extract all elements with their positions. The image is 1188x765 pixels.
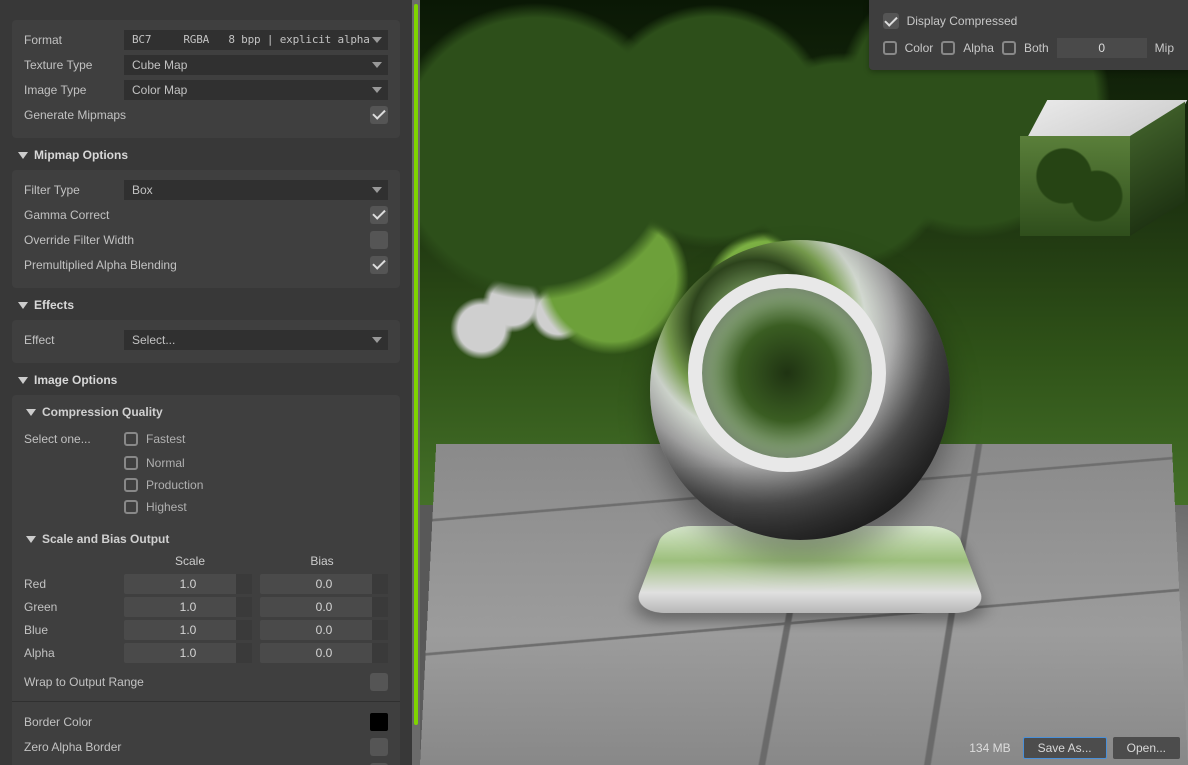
quality-production-radio[interactable] [124, 478, 138, 492]
chevron-down-icon [26, 409, 36, 416]
format-label: Format [24, 33, 124, 47]
show-color-label: Color [905, 41, 934, 55]
bias-column-header: Bias [256, 554, 388, 568]
mip-level-input[interactable]: 0 [1057, 38, 1147, 58]
wrap-output-label: Wrap to Output Range [24, 675, 144, 689]
display-overlay: Display Compressed Color Alpha Both 0 Mi… [869, 0, 1188, 70]
alpha-scale-input[interactable]: 1.0 [124, 643, 252, 663]
scale-column-header: Scale [124, 554, 256, 568]
mipmap-options-title: Mipmap Options [34, 148, 128, 162]
blue-bias-input[interactable]: 0.0 [260, 620, 388, 640]
zero-alpha-border-label: Zero Alpha Border [24, 740, 121, 754]
border-color-label: Border Color [24, 715, 92, 729]
mip-label: Mip [1155, 41, 1174, 55]
preview-sphere [650, 240, 950, 540]
quality-normal-label: Normal [146, 456, 185, 470]
channel-blue-label: Blue [24, 623, 116, 637]
settings-panel: Format BC7 RGBA 8 bpp | explicit alpha T… [0, 0, 412, 765]
texture-type-dropdown[interactable]: Cube Map [124, 55, 388, 75]
filter-type-dropdown[interactable]: Box [124, 180, 388, 200]
mipmap-section: Filter Type Box Gamma Correct Override F… [12, 170, 400, 288]
format-dropdown[interactable]: BC7 RGBA 8 bpp | explicit alpha [124, 30, 388, 50]
show-color-checkbox[interactable] [883, 41, 897, 55]
effects-section: Effect Select... [12, 320, 400, 363]
show-alpha-label: Alpha [963, 41, 994, 55]
compression-quality-header[interactable]: Compression Quality [26, 405, 388, 419]
display-compressed-label: Display Compressed [907, 14, 1018, 28]
display-compressed-checkbox[interactable] [883, 13, 899, 29]
general-section: Format BC7 RGBA 8 bpp | explicit alpha T… [12, 20, 400, 138]
effects-header[interactable]: Effects [18, 298, 412, 312]
scale-bias-header[interactable]: Scale and Bias Output [26, 532, 388, 546]
channel-red-label: Red [24, 577, 116, 591]
gamma-correct-label: Gamma Correct [24, 208, 109, 222]
image-type-dropdown[interactable]: Color Map [124, 80, 388, 100]
wrap-output-checkbox[interactable] [370, 673, 388, 691]
preview-cube [1020, 100, 1180, 240]
splitter-handle[interactable] [412, 0, 420, 765]
generate-mipmaps-label: Generate Mipmaps [24, 108, 126, 122]
scale-bias-title: Scale and Bias Output [42, 532, 169, 546]
chevron-down-icon [18, 302, 28, 309]
effect-dropdown[interactable]: Select... [124, 330, 388, 350]
quality-normal-radio[interactable] [124, 456, 138, 470]
effects-title: Effects [34, 298, 74, 312]
quality-highest-label: Highest [146, 500, 187, 514]
override-filter-width-label: Override Filter Width [24, 233, 134, 247]
texture-preview-viewport[interactable]: Display Compressed Color Alpha Both 0 Mi… [420, 0, 1188, 765]
quality-fastest-label: Fastest [146, 432, 185, 446]
gamma-correct-checkbox[interactable] [370, 206, 388, 224]
show-both-label: Both [1024, 41, 1049, 55]
chevron-down-icon [26, 536, 36, 543]
green-scale-input[interactable]: 1.0 [124, 597, 252, 617]
quality-production-label: Production [146, 478, 203, 492]
viewport-footer: 134 MB Save As... Open... [969, 737, 1180, 759]
file-size-label: 134 MB [969, 741, 1010, 755]
red-bias-input[interactable]: 0.0 [260, 574, 388, 594]
chevron-down-icon [18, 377, 28, 384]
channel-alpha-label: Alpha [24, 646, 116, 660]
quality-fastest-radio[interactable] [124, 432, 138, 446]
table-row: Red 1.0 0.0 [24, 572, 388, 595]
image-options-header[interactable]: Image Options [18, 373, 412, 387]
chevron-down-icon [18, 152, 28, 159]
alpha-bias-input[interactable]: 0.0 [260, 643, 388, 663]
override-filter-width-checkbox[interactable] [370, 231, 388, 249]
mipmap-options-header[interactable]: Mipmap Options [18, 148, 412, 162]
open-button[interactable]: Open... [1113, 737, 1180, 759]
show-both-checkbox[interactable] [1002, 41, 1016, 55]
show-alpha-checkbox[interactable] [941, 41, 955, 55]
image-type-label: Image Type [24, 83, 124, 97]
select-one-label: Select one... [24, 432, 124, 446]
green-bias-input[interactable]: 0.0 [260, 597, 388, 617]
compression-quality-title: Compression Quality [42, 405, 163, 419]
generate-mipmaps-checkbox[interactable] [370, 106, 388, 124]
premult-alpha-checkbox[interactable] [370, 256, 388, 274]
channel-green-label: Green [24, 600, 116, 614]
preview-scene [420, 0, 1188, 765]
zero-alpha-border-checkbox[interactable] [370, 738, 388, 756]
table-row: Alpha 1.0 0.0 [24, 641, 388, 664]
effect-label: Effect [24, 333, 124, 347]
table-row: Blue 1.0 0.0 [24, 618, 388, 641]
image-options-section: Compression Quality Select one... Fastes… [12, 395, 400, 765]
texture-type-label: Texture Type [24, 58, 124, 72]
quality-highest-radio[interactable] [124, 500, 138, 514]
image-options-title: Image Options [34, 373, 117, 387]
red-scale-input[interactable]: 1.0 [124, 574, 252, 594]
blue-scale-input[interactable]: 1.0 [124, 620, 252, 640]
premult-alpha-label: Premultiplied Alpha Blending [24, 258, 177, 272]
filter-type-label: Filter Type [24, 183, 124, 197]
border-color-swatch[interactable] [370, 713, 388, 731]
table-row: Green 1.0 0.0 [24, 595, 388, 618]
save-as-button[interactable]: Save As... [1023, 737, 1107, 759]
